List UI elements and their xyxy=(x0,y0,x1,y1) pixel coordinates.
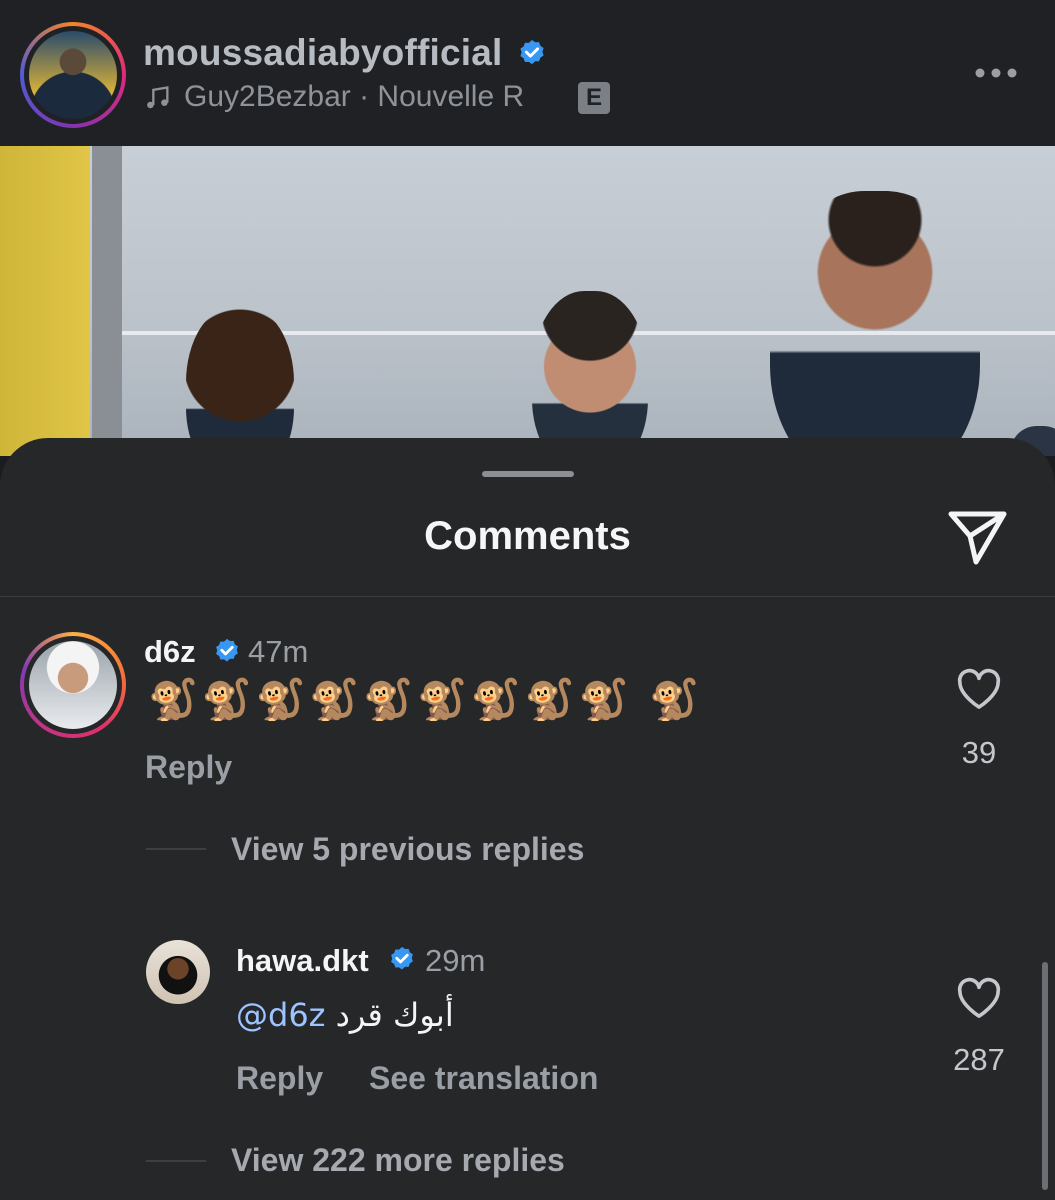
reply-button[interactable]: Reply xyxy=(236,1060,323,1097)
like-count: 287 xyxy=(953,1042,1005,1077)
view-more-replies-button[interactable]: View 222 more replies xyxy=(231,1142,565,1179)
pole xyxy=(92,146,122,456)
post-image[interactable] xyxy=(0,146,1055,456)
yellow-pillar xyxy=(0,146,90,456)
thread-line xyxy=(146,1160,206,1162)
post-header: moussadiabyofficial Guy2Bezbar · Nouvell… xyxy=(0,0,1055,146)
comment-text: @d6z أبوك قرد xyxy=(236,996,454,1034)
thread-line xyxy=(146,848,206,850)
comment-text: 🐒🐒🐒🐒🐒🐒🐒🐒🐒 🐒 xyxy=(148,677,703,723)
author-avatar-image xyxy=(29,31,117,119)
more-horizontal-icon[interactable] xyxy=(974,66,1018,84)
sheet-title: Comments xyxy=(424,514,631,558)
person-right xyxy=(770,191,980,456)
explicit-badge: E xyxy=(578,82,610,114)
reply-button[interactable]: Reply xyxy=(145,749,232,786)
author-avatar[interactable] xyxy=(20,22,126,128)
mention-link[interactable]: @d6z xyxy=(236,996,325,1034)
verified-badge-icon xyxy=(387,945,417,980)
person-center xyxy=(532,291,648,456)
person-left xyxy=(186,306,294,456)
music-note-icon xyxy=(144,84,172,117)
like-count: 39 xyxy=(961,735,997,770)
see-translation-button[interactable]: See translation xyxy=(369,1060,598,1097)
comment-avatar-d6z[interactable] xyxy=(20,632,126,738)
sheet-drag-handle[interactable] xyxy=(482,471,574,477)
comment-time: 29m xyxy=(425,943,486,978)
comment-arabic-text: أبوك قرد xyxy=(335,996,454,1034)
verified-badge-icon xyxy=(212,637,242,672)
audio-track-label[interactable]: Guy2Bezbar · Nouvelle R xyxy=(184,80,524,114)
avatar-image xyxy=(29,641,117,729)
heart-icon[interactable] xyxy=(956,977,1002,1024)
verified-badge-icon xyxy=(516,38,548,75)
view-previous-replies-button[interactable]: View 5 previous replies xyxy=(231,831,584,868)
scrollbar[interactable] xyxy=(1042,962,1048,1190)
comment-time: 47m xyxy=(248,634,309,669)
author-username[interactable]: moussadiabyofficial xyxy=(143,32,503,74)
comment-username[interactable]: hawa.dkt xyxy=(236,943,369,979)
comment-avatar-hawa[interactable] xyxy=(146,940,210,1004)
sheet-divider xyxy=(0,596,1055,597)
paper-plane-icon[interactable] xyxy=(946,508,1010,573)
comment-username[interactable]: d6z xyxy=(144,634,196,670)
heart-icon[interactable] xyxy=(956,668,1002,715)
